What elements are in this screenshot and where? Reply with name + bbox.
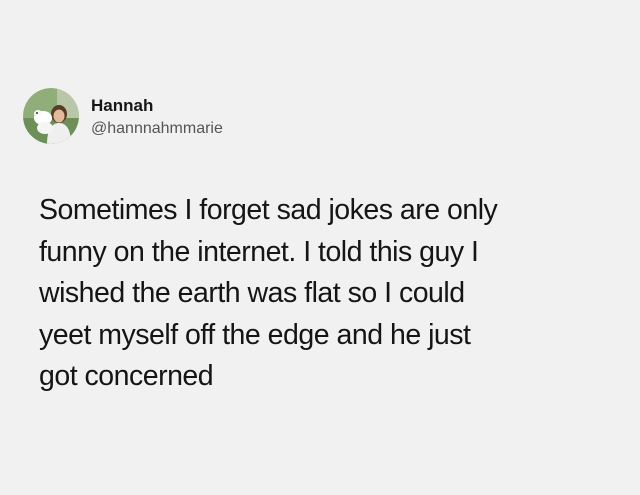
tweet-text-line: yeet myself off the edge and he just (39, 318, 471, 351)
screenshot-canvas: Hannah @hannnahmmarie Sometimes I forget… (0, 0, 640, 495)
tweet-text-line: got concerned (39, 360, 214, 392)
profile-photo-avatar-icon (23, 88, 79, 144)
tweet-text-line: Sometimes I forget sad jokes are only (39, 194, 498, 226)
author-handle[interactable]: @hannnahmmarie (91, 119, 223, 139)
tweet-text: Sometimes I forget sad jokes are only fu… (39, 190, 629, 398)
author-display-name[interactable]: Hannah (91, 96, 223, 116)
tweet-text-line: funny on the internet. I told this guy I (39, 235, 479, 268)
tweet-header: Hannah @hannnahmmarie (23, 88, 223, 144)
tweet-card: Hannah @hannnahmmarie Sometimes I forget… (0, 0, 640, 495)
tweet-text-line: wished the earth was flat so I could (39, 277, 465, 309)
avatar[interactable] (23, 88, 79, 144)
author-names: Hannah @hannnahmmarie (91, 96, 223, 139)
